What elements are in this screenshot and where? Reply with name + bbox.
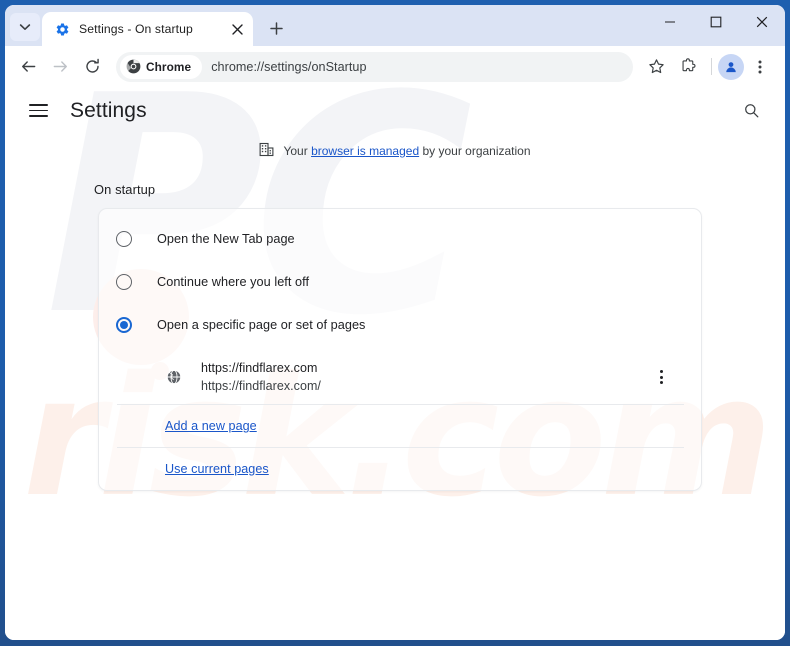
tab-title: Settings - On startup <box>79 22 193 36</box>
radio-icon[interactable] <box>116 273 132 290</box>
startup-option-label: Open a specific page or set of pages <box>157 317 366 332</box>
startup-page-text: https://findflarex.com https://findflare… <box>201 359 648 395</box>
close-window-icon[interactable] <box>739 5 785 38</box>
browser-toolbar: Chrome chrome://settings/onStartup <box>5 46 785 87</box>
chrome-chip-label: Chrome <box>146 59 192 74</box>
browser-window: Settings - On startup Chrome chrome://se… <box>0 0 790 646</box>
startup-option-new-tab-page[interactable]: Open the New Tab page <box>99 217 701 260</box>
extensions-puzzle-icon[interactable] <box>673 52 703 82</box>
search-icon[interactable] <box>737 97 765 125</box>
section-heading: On startup <box>94 182 156 197</box>
managed-suffix: by your organization <box>419 144 531 158</box>
address-bar[interactable]: Chrome chrome://settings/onStartup <box>116 51 633 82</box>
startup-page-url: https://findflarex.com/ <box>201 379 321 393</box>
startup-page-title: https://findflarex.com <box>201 361 318 375</box>
settings-header: Settings <box>5 87 785 134</box>
new-tab-icon[interactable] <box>262 14 290 42</box>
settings-gear-icon <box>54 21 70 37</box>
bookmark-star-icon[interactable] <box>641 52 671 82</box>
startup-option-label: Continue where you left off <box>157 274 310 289</box>
tab-strip: Settings - On startup <box>5 5 785 46</box>
page-title: Settings <box>70 98 147 122</box>
browser-window-body: Settings - On startup Chrome chrome://se… <box>5 5 785 640</box>
tab-search-icon[interactable] <box>10 13 40 41</box>
chrome-logo-icon <box>126 59 141 74</box>
avatar[interactable] <box>718 53 744 80</box>
startup-page-more-icon[interactable] <box>648 364 674 390</box>
on-startup-card: Open the New Tab page Continue where you… <box>98 208 702 491</box>
chrome-origin-chip: Chrome <box>120 54 203 79</box>
close-icon[interactable] <box>227 19 247 39</box>
tab-settings-on-startup[interactable]: Settings - On startup <box>42 12 253 46</box>
radio-icon[interactable] <box>116 230 132 247</box>
startup-option-specific-pages[interactable]: Open a specific page or set of pages <box>99 303 701 346</box>
back-icon[interactable] <box>13 52 43 82</box>
add-new-page-row: Add a new page <box>117 405 684 448</box>
managed-link[interactable]: browser is managed <box>311 144 419 158</box>
use-current-pages-link[interactable]: Use current pages <box>165 462 269 476</box>
startup-option-label: Open the New Tab page <box>157 231 295 246</box>
browser-menu-icon[interactable] <box>745 52 775 82</box>
managed-prefix: Your <box>283 144 312 158</box>
startup-page-row: https://findflarex.com https://findflare… <box>117 350 684 405</box>
radio-icon-selected[interactable] <box>116 316 132 333</box>
settings-page: PC risk.com Settings <box>5 87 785 640</box>
minimize-icon[interactable] <box>647 5 693 38</box>
managed-browser-text: Your browser is managed by your organiza… <box>283 144 530 158</box>
enterprise-building-icon <box>259 142 274 160</box>
address-bar-url: chrome://settings/onStartup <box>211 59 367 74</box>
toolbar-divider <box>711 58 712 75</box>
reload-icon[interactable] <box>77 52 107 82</box>
window-controls <box>647 5 785 46</box>
hamburger-menu-icon[interactable] <box>29 100 51 122</box>
use-current-pages-row: Use current pages <box>117 448 684 490</box>
startup-option-continue-where-left-off[interactable]: Continue where you left off <box>99 260 701 303</box>
forward-icon[interactable] <box>45 52 75 82</box>
globe-icon <box>165 368 183 386</box>
maximize-icon[interactable] <box>693 5 739 38</box>
managed-browser-banner: Your browser is managed by your organiza… <box>5 134 785 160</box>
add-new-page-link[interactable]: Add a new page <box>165 419 257 433</box>
